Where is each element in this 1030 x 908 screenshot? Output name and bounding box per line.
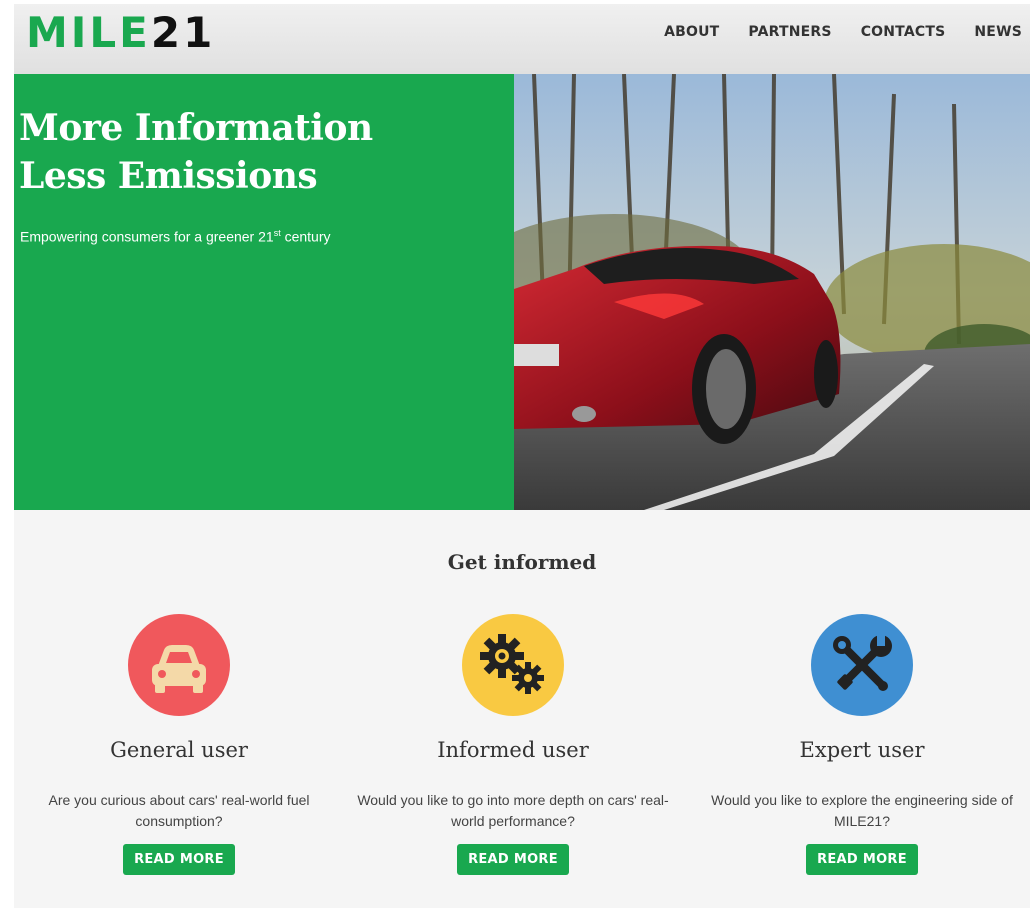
card-title: General user [110,738,248,762]
hero-subtitle-end: century [280,228,331,245]
logo-text-mile: MILE [26,7,151,57]
hero-subtitle-text: Empowering consumers for a greener 21 [20,228,274,245]
nav-about[interactable]: ABOUT [664,24,719,40]
nav-contacts[interactable]: CONTACTS [861,24,946,40]
header: MILE 21 ABOUT PARTNERS CONTACTS NEWS [14,4,1030,74]
card-title: Expert user [799,738,925,762]
nav-news[interactable]: NEWS [974,24,1022,40]
read-more-button[interactable]: READ MORE [123,844,235,875]
card-description: Would you like to explore the engineerin… [711,792,1013,829]
hero-title: More Information Less Emissions [19,104,373,200]
section-title: Get informed [447,550,597,574]
logo-text-21: 21 [150,7,216,57]
card-informed-user: Informed user Would you like to go into … [348,614,678,875]
hero-title-line2: Less Emissions [19,155,318,197]
hero-subtitle-sup: st [273,228,281,238]
main-nav: ABOUT PARTNERS CONTACTS NEWS [664,24,1030,40]
hero-subtitle: Empowering consumers for a greener 21st … [20,228,331,245]
hero-car-image [514,74,1030,510]
card-description: Would you like to go into more depth on … [357,792,669,829]
tools-icon [811,614,913,716]
car-icon [128,614,230,716]
hero-title-line1: More Information [19,107,373,149]
read-more-button[interactable]: READ MORE [806,844,918,875]
card-expert-user: Expert user Would you like to explore th… [697,614,1027,875]
card-description: Are you curious about cars' real-world f… [48,792,310,829]
card-title: Informed user [437,738,589,762]
card-general-user: General user Are you curious about cars'… [14,614,344,875]
logo[interactable]: MILE 21 [26,7,216,57]
page: MILE 21 ABOUT PARTNERS CONTACTS NEWS More… [14,4,1030,908]
hero-panel: More Information Less Emissions Empoweri… [14,74,514,510]
read-more-button[interactable]: READ MORE [457,844,569,875]
gears-icon [462,614,564,716]
nav-partners[interactable]: PARTNERS [748,24,831,40]
hero: More Information Less Emissions Empoweri… [14,74,1030,510]
